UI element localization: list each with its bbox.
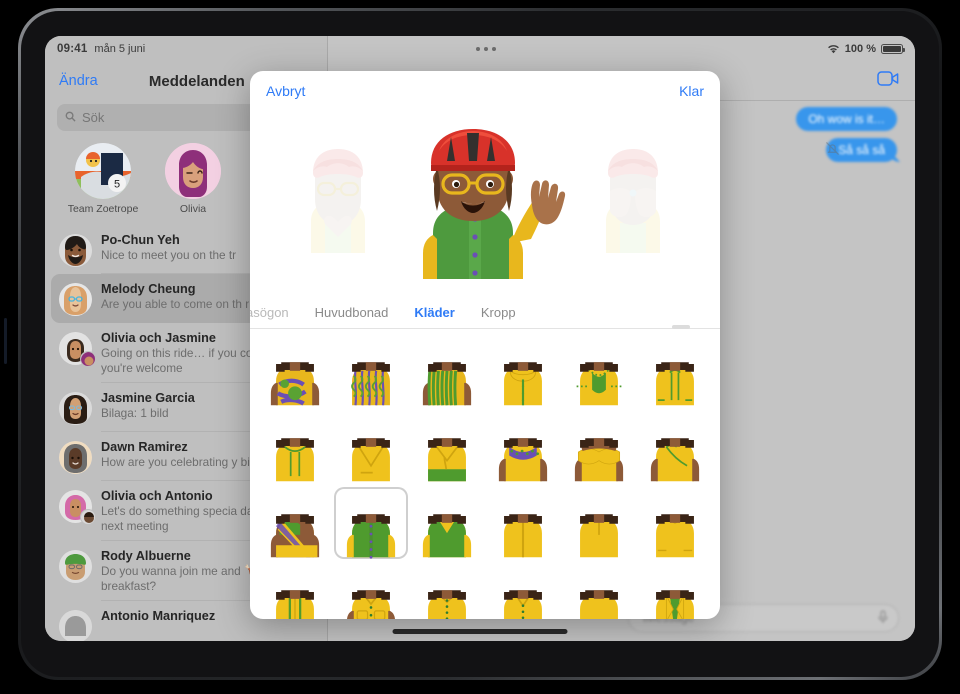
screenshot-root: 09:41 mån 5 juni 100 % Ändra Meddelanden	[0, 0, 960, 694]
clothing-option-yellow-green-stripe-jacket[interactable]	[258, 563, 332, 619]
search-placeholder: Sök	[82, 110, 105, 125]
microphone-icon[interactable]	[878, 609, 888, 627]
memoji-category-tabs: asögon Huvudbonad Kläder Kropp	[250, 297, 720, 329]
mute-bell-icon	[825, 141, 840, 161]
clothing-option-patterned-yellow-purple-top[interactable]	[334, 335, 408, 407]
status-bar-center	[145, 47, 827, 51]
status-bar: 09:41 mån 5 juni 100 %	[45, 36, 915, 62]
memoji-peekaboo-preview	[580, 143, 685, 263]
tab-kropp[interactable]: Kropp	[481, 305, 516, 320]
home-indicator[interactable]	[392, 629, 568, 634]
memoji-preview-area	[250, 111, 720, 297]
clothing-option-yellow-safari-shirt[interactable]	[334, 563, 408, 619]
clothing-option-yellow-hanbok-green-skirt[interactable]	[410, 411, 484, 483]
message-bubbles: Oh wow is it… Så så så	[796, 107, 897, 162]
clothing-option-yellow-kaftan[interactable]	[638, 335, 712, 407]
multitasking-dots-icon[interactable]	[475, 47, 496, 51]
avatar	[165, 143, 221, 199]
clothing-option-yellow-tunic[interactable]	[638, 487, 712, 559]
pinned-item-label: Olivia	[179, 203, 207, 215]
clothing-option-yellow-dashiki[interactable]	[562, 335, 636, 407]
avatar	[59, 283, 92, 316]
avatar	[59, 550, 92, 583]
clothing-grid-scroll[interactable]	[250, 329, 720, 619]
avatar	[59, 610, 92, 641]
wifi-icon	[827, 44, 840, 54]
edit-button[interactable]: Ändra	[59, 73, 98, 89]
clothing-option-yellow-collared-shirt[interactable]	[486, 563, 560, 619]
volume-button[interactable]	[4, 318, 7, 364]
avatar	[59, 234, 92, 267]
clothing-option-yellow-button-down[interactable]	[410, 563, 484, 619]
clothing-option-yellow-robe[interactable]	[334, 411, 408, 483]
memoji-waving-preview	[393, 121, 578, 287]
memoji-editor-modal: Avbryt Klar asögon Huvudbonad Kläder Kro…	[250, 71, 720, 619]
group-avatar	[59, 332, 96, 367]
clothing-option-yellow-henley[interactable]	[562, 487, 636, 559]
avatar	[59, 392, 92, 425]
tab-klader[interactable]: Kläder	[414, 305, 454, 320]
pinned-item-label: Team Zoetrope	[67, 203, 139, 215]
message-bubble[interactable]: Oh wow is it…	[796, 107, 897, 131]
pinned-item-team-zoetrope[interactable]: 5 Team Zoetrope	[67, 143, 139, 215]
clothing-option-yellow-zip-jacket[interactable]	[486, 487, 560, 559]
status-time: 09:41	[57, 43, 88, 55]
done-button[interactable]: Klar	[679, 83, 704, 99]
tab-glasogon[interactable]: asögon	[250, 305, 289, 320]
cancel-button[interactable]: Avbryt	[266, 83, 305, 99]
clothing-option-yellow-green-sari[interactable]	[258, 487, 332, 559]
tab-huvudbonad[interactable]: Huvudbonad	[315, 305, 389, 320]
clothing-option-patterned-green-purple-top[interactable]	[258, 335, 332, 407]
ipad-screen: 09:41 mån 5 juni 100 % Ändra Meddelanden	[45, 36, 915, 641]
clothing-option-yellow-off-shoulder-ruffle[interactable]	[562, 411, 636, 483]
clothing-option-yellow-hoodie-drawstring[interactable]	[258, 411, 332, 483]
group-avatar	[59, 490, 96, 525]
clothing-option-green-yellow-striped-dress[interactable]	[410, 335, 484, 407]
avatar: 5	[75, 143, 131, 199]
battery-icon	[881, 44, 905, 54]
clothing-option-yellow-hoodie-zip[interactable]	[486, 335, 560, 407]
status-bar-left: 09:41 mån 5 juni	[57, 43, 145, 55]
memoji-editor-nav: Avbryt Klar	[250, 71, 720, 111]
clothing-option-yellow-plain-top[interactable]	[562, 563, 636, 619]
facetime-video-icon[interactable]	[877, 71, 899, 91]
clothing-grid[interactable]	[258, 335, 712, 619]
scroll-handle[interactable]	[672, 325, 690, 329]
avatar	[59, 441, 92, 474]
clothing-option-yellow-embroidered-blouse[interactable]	[486, 411, 560, 483]
status-bar-right: 100 %	[827, 43, 905, 55]
status-date: mån 5 juni	[94, 43, 146, 55]
search-icon	[65, 110, 76, 125]
clothing-option-yellow-qipao-top[interactable]	[638, 411, 712, 483]
clothing-option-green-v-neck-tee[interactable]	[410, 487, 484, 559]
svg-text:5: 5	[114, 179, 120, 191]
pinned-item-olivia[interactable]: Olivia	[157, 143, 229, 215]
memoji-heart-hands-preview	[285, 143, 390, 263]
clothing-option-green-yellow-button-shirt[interactable]	[334, 487, 408, 559]
avatar-secondary	[80, 509, 96, 525]
clothing-option-yellow-blazer-green-shirt[interactable]	[638, 563, 712, 619]
avatar-secondary	[80, 351, 96, 367]
battery-percent: 100 %	[844, 43, 876, 55]
